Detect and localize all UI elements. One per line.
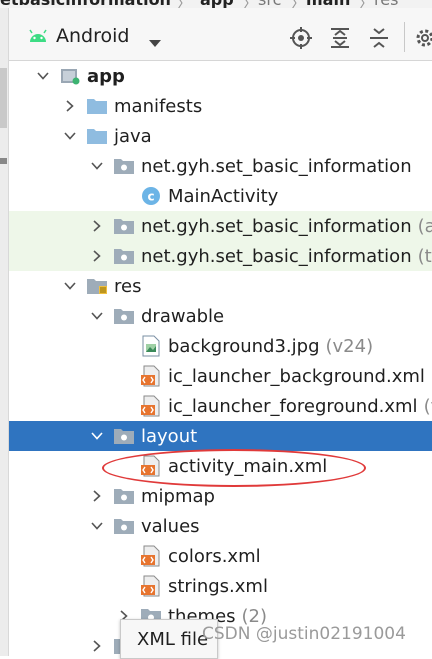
folder-icon bbox=[85, 121, 109, 151]
xml-file-icon bbox=[139, 541, 163, 571]
tree-row-name: drawable bbox=[141, 305, 225, 327]
tree-row-name: net.gyh.set_basic_information bbox=[141, 215, 412, 237]
tree-row-name: net.gyh.set_basic_information bbox=[141, 155, 412, 177]
package-icon bbox=[112, 241, 136, 271]
tree-row[interactable]: strings.xml bbox=[9, 571, 432, 601]
tree-row[interactable]: background3.jpg (v24) bbox=[9, 331, 432, 361]
expand-all-icon[interactable] bbox=[326, 24, 354, 52]
chevron-down-icon[interactable] bbox=[35, 61, 51, 91]
tree-row-name: mipmap bbox=[141, 485, 215, 507]
class-icon: c bbox=[139, 181, 163, 211]
chevron-right-icon[interactable] bbox=[89, 211, 105, 241]
project-tree: app manifests java net.gyh.set_basic_inform… bbox=[9, 61, 432, 656]
tree-row[interactable]: layout bbox=[9, 421, 432, 451]
tree-row-suffix: (andr bbox=[417, 215, 432, 237]
tree-row[interactable]: net.gyh.set_basic_information (test) bbox=[9, 241, 432, 271]
xml-file-icon bbox=[139, 391, 163, 421]
chevron-right-icon[interactable] bbox=[89, 481, 105, 511]
project-view-select[interactable]: Android bbox=[56, 25, 129, 47]
module-icon bbox=[58, 61, 82, 91]
tree-row[interactable]: values bbox=[9, 511, 432, 541]
tree-row-label: ic_launcher_background.xml bbox=[168, 361, 425, 391]
project-toolbar: Android bbox=[9, 8, 432, 61]
tree-row-label: background3.jpg (v24) bbox=[168, 331, 373, 361]
svg-text:c: c bbox=[147, 190, 154, 204]
tree-row-label: net.gyh.set_basic_information (test) bbox=[141, 241, 432, 271]
gear-icon[interactable] bbox=[411, 24, 432, 52]
tree-row[interactable]: drawable bbox=[9, 301, 432, 331]
chevron-down-icon[interactable] bbox=[89, 421, 105, 451]
tree-row-name: ic_launcher_background.xml bbox=[168, 365, 425, 387]
image-file-icon bbox=[139, 331, 163, 361]
tree-row[interactable]: ic_launcher_foreground.xml (v24 bbox=[9, 391, 432, 421]
tree-row[interactable]: java bbox=[9, 121, 432, 151]
collapse-all-icon[interactable] bbox=[365, 24, 393, 52]
res-folder-icon bbox=[85, 271, 109, 301]
tree-row-name: colors.xml bbox=[168, 545, 261, 567]
chevron-down-icon[interactable] bbox=[89, 511, 105, 541]
tree-row-label: net.gyh.set_basic_information (andr bbox=[141, 211, 432, 241]
tree-row-label: net.gyh.set_basic_information bbox=[141, 151, 412, 181]
chevron-down-icon[interactable] bbox=[89, 301, 105, 331]
gutter-marker bbox=[0, 68, 7, 128]
tree-row-name: java bbox=[114, 125, 152, 147]
chevron-down-icon[interactable] bbox=[148, 33, 162, 52]
tree-row-name: strings.xml bbox=[168, 575, 268, 597]
tree-row-label: ic_launcher_foreground.xml (v24 bbox=[168, 391, 432, 421]
tree-row-label: layout bbox=[141, 421, 197, 451]
folder-icon bbox=[85, 91, 109, 121]
package-icon bbox=[112, 421, 136, 451]
chevron-right-icon[interactable] bbox=[89, 631, 105, 656]
package-icon bbox=[112, 301, 136, 331]
gutter-marker bbox=[0, 158, 7, 164]
tree-row[interactable]: res bbox=[9, 271, 432, 301]
tree-row[interactable]: c MainActivity bbox=[9, 181, 432, 211]
tree-row-name: values bbox=[141, 515, 200, 537]
chevron-down-icon[interactable] bbox=[89, 151, 105, 181]
watermark: CSDN @justin02191004 bbox=[202, 624, 406, 644]
package-icon bbox=[112, 481, 136, 511]
tree-row[interactable]: colors.xml bbox=[9, 541, 432, 571]
tree-row-label: MainActivity bbox=[168, 181, 278, 211]
tree-row-name: app bbox=[87, 65, 125, 87]
tree-row-label: colors.xml bbox=[168, 541, 261, 571]
tree-row-name: layout bbox=[141, 425, 198, 447]
annotation-ellipse bbox=[102, 449, 366, 487]
tree-row-suffix: (v24 bbox=[423, 395, 432, 417]
tree-row-name: ic_launcher_foreground.xml bbox=[168, 395, 418, 417]
tree-row-name: res bbox=[114, 275, 142, 297]
chevron-down-icon[interactable] bbox=[62, 271, 78, 301]
chevron-right-icon[interactable] bbox=[62, 91, 78, 121]
tree-row-label: res bbox=[114, 271, 141, 301]
xml-file-icon bbox=[139, 361, 163, 391]
android-icon bbox=[28, 28, 48, 47]
tree-row-label: java bbox=[114, 121, 152, 151]
tree-row[interactable]: net.gyh.set_basic_information bbox=[9, 151, 432, 181]
tree-row-suffix: (v24) bbox=[325, 335, 374, 357]
package-icon bbox=[112, 151, 136, 181]
tree-row[interactable]: net.gyh.set_basic_information (andr bbox=[9, 211, 432, 241]
tree-row-label: values bbox=[141, 511, 200, 541]
tree-row-suffix: (test) bbox=[417, 245, 432, 267]
tree-row-label: strings.xml bbox=[168, 571, 268, 601]
tree-row-name: manifests bbox=[114, 95, 203, 117]
package-icon bbox=[112, 511, 136, 541]
tree-row[interactable]: app bbox=[9, 61, 432, 91]
chevron-down-icon[interactable] bbox=[62, 121, 78, 151]
tooltip-text: XML file bbox=[137, 628, 209, 650]
tree-row-label: manifests bbox=[114, 91, 202, 121]
locate-icon[interactable] bbox=[287, 24, 315, 52]
tree-row-name: background3.jpg bbox=[168, 335, 320, 357]
package-icon bbox=[112, 211, 136, 241]
chevron-right-icon[interactable] bbox=[89, 241, 105, 271]
tree-row-name: net.gyh.set_basic_information bbox=[141, 245, 412, 267]
tree-row[interactable]: ic_launcher_background.xml bbox=[9, 361, 432, 391]
tree-row-label: app bbox=[87, 61, 125, 91]
left-gutter bbox=[0, 8, 9, 656]
tree-row-name: MainActivity bbox=[168, 185, 279, 207]
xml-file-icon bbox=[139, 571, 163, 601]
tree-row[interactable]: manifests bbox=[9, 91, 432, 121]
tree-row-label: drawable bbox=[141, 301, 224, 331]
toolbar-divider bbox=[404, 22, 405, 52]
